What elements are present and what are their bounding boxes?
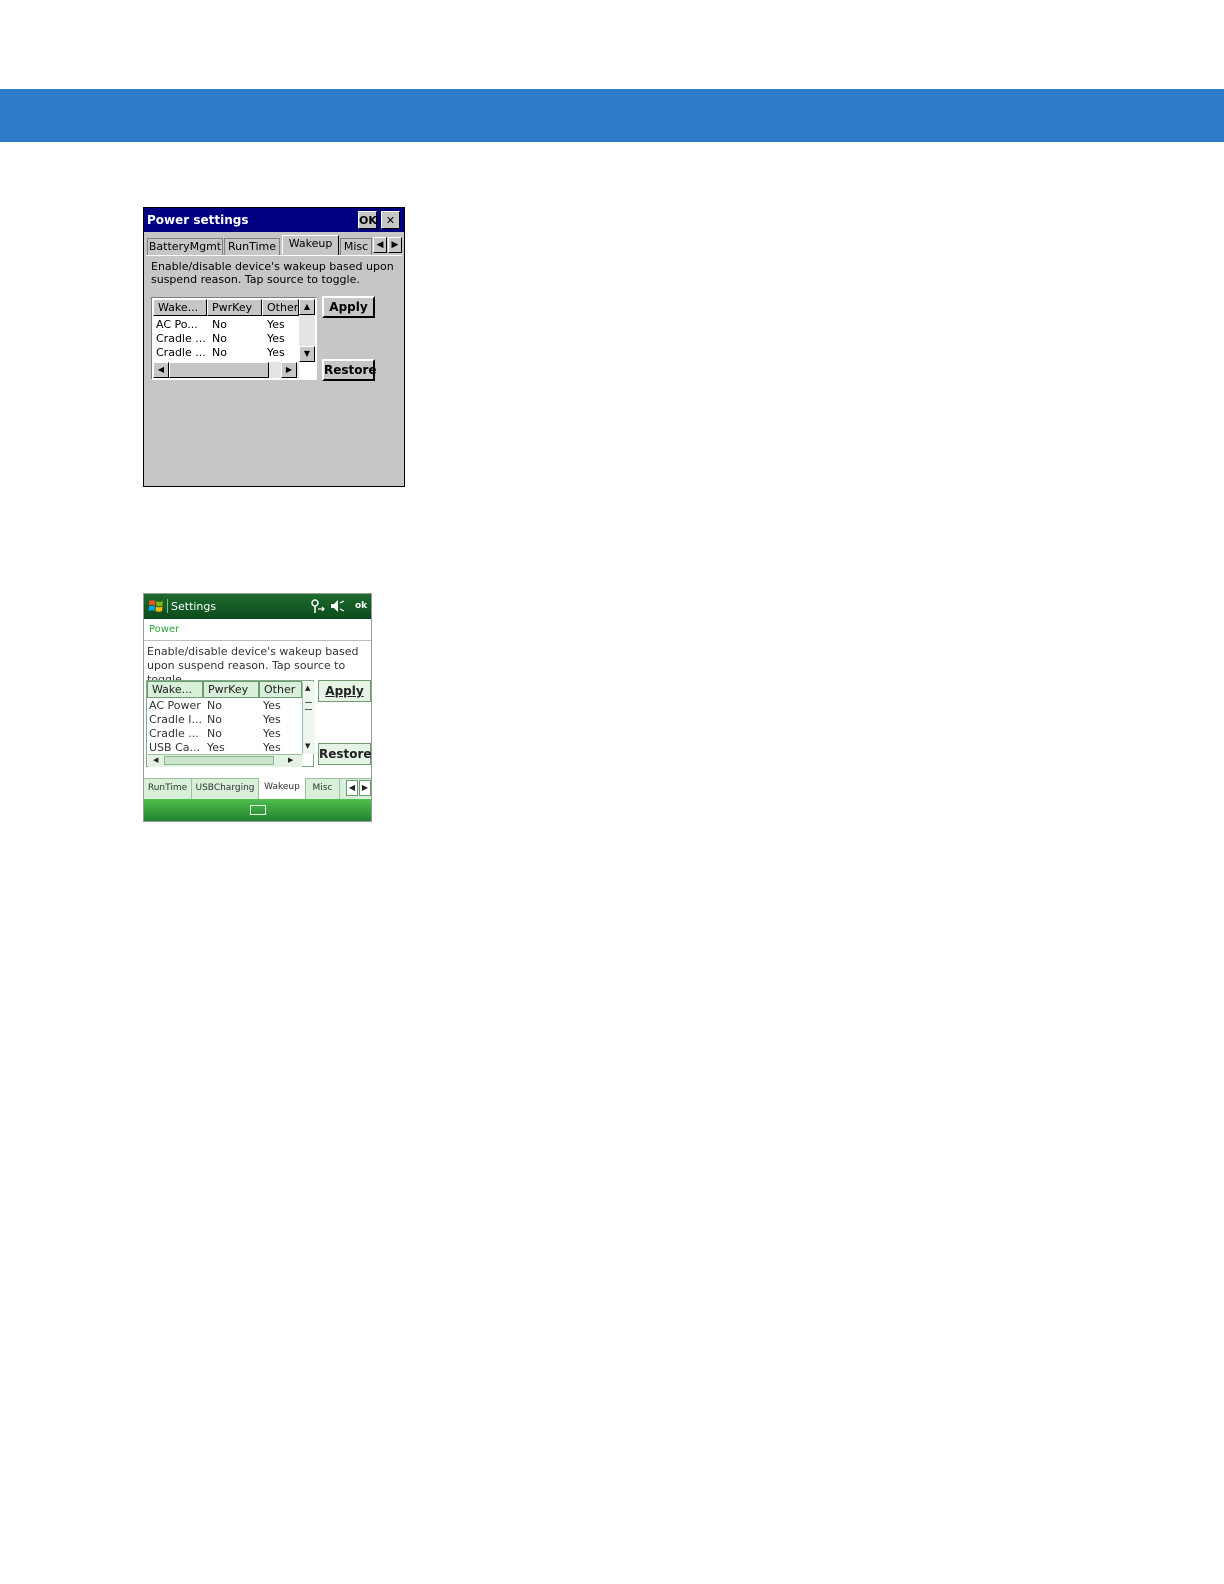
scroll-right-icon[interactable]: ▶	[288, 755, 293, 766]
restore-button[interactable]: Restore	[318, 743, 371, 765]
row-source: AC Po...	[156, 318, 198, 331]
horizontal-scrollbar[interactable]: ◀ ▶	[153, 362, 299, 378]
tab-strip: BatteryMgmt RunTime Wakeup Misc	[147, 235, 403, 256]
row-source: Cradle ...	[149, 727, 199, 740]
scroll-left-icon[interactable]: ◀	[153, 755, 158, 766]
row-other: Yes	[263, 699, 281, 712]
page-header-band	[0, 89, 1224, 142]
apply-button[interactable]: Apply	[318, 680, 371, 702]
row-pwrkey: Yes	[207, 741, 225, 754]
row-source: Cradle I...	[149, 713, 202, 726]
scroll-up-icon[interactable]: ▲	[299, 299, 315, 315]
column-header-pwrkey[interactable]: PwrKey	[203, 681, 259, 698]
row-pwrkey: No	[212, 346, 227, 359]
wakeup-list[interactable]: Wake... PwrKey Other AC Power No Yes Cra…	[146, 680, 315, 767]
column-header-other[interactable]: Other	[262, 299, 299, 316]
speaker-muted-icon[interactable]	[330, 599, 346, 613]
scroll-thumb[interactable]	[164, 756, 274, 765]
row-pwrkey: No	[207, 713, 222, 726]
tab-batterymgmt[interactable]: BatteryMgmt	[147, 238, 223, 255]
section-title: Power	[149, 624, 180, 635]
tab-scroll-right-icon[interactable]: ▶	[388, 237, 402, 253]
scroll-up-icon[interactable]: ▲	[305, 684, 310, 692]
title-bar: Settings ok	[144, 594, 371, 619]
row-source: Cradle ...	[156, 346, 206, 359]
power-settings-window-ce: Power settings OK ✕ BatteryMgmt RunTime …	[143, 207, 405, 487]
tab-misc[interactable]: Misc	[340, 238, 372, 255]
restore-button[interactable]: Restore	[322, 359, 377, 381]
column-header-other[interactable]: Other	[259, 681, 302, 698]
power-settings-window-wm: Settings ok Power Enable/disable device'…	[143, 593, 372, 822]
row-source: AC Power	[149, 699, 201, 712]
window-title: Power settings	[147, 213, 249, 227]
keyboard-icon[interactable]	[250, 805, 266, 815]
title-separator	[167, 599, 168, 613]
tab-divider	[146, 255, 402, 256]
close-icon[interactable]: ✕	[381, 211, 400, 229]
scroll-left-icon[interactable]: ◀	[153, 362, 169, 378]
row-pwrkey: No	[207, 727, 222, 740]
tab-runtime[interactable]: RunTime	[224, 238, 280, 255]
column-header-wake[interactable]: Wake...	[147, 681, 203, 698]
row-other: Yes	[267, 346, 285, 359]
scroll-down-icon[interactable]: ▼	[305, 742, 310, 750]
horizontal-scrollbar[interactable]: ◀ ▶	[148, 754, 302, 767]
windows-start-icon[interactable]	[148, 598, 164, 614]
column-header-pwrkey[interactable]: PwrKey	[207, 299, 262, 316]
apply-button[interactable]: Apply	[322, 296, 375, 318]
description-text: Enable/disable device's wakeup based upo…	[151, 260, 394, 286]
tab-usbcharging[interactable]: USBCharging	[192, 779, 259, 799]
scroll-right-icon[interactable]: ▶	[281, 362, 297, 378]
window-title: Settings	[171, 600, 217, 613]
row-pwrkey: No	[212, 332, 227, 345]
connectivity-icon[interactable]	[310, 598, 326, 614]
soft-key-bar	[144, 799, 371, 821]
row-other: Yes	[263, 741, 281, 754]
row-other: Yes	[263, 727, 281, 740]
tab-wakeup[interactable]: Wakeup	[282, 235, 339, 256]
tab-wakeup[interactable]: Wakeup	[259, 778, 306, 799]
row-other: Yes	[267, 332, 285, 345]
scroll-down-icon[interactable]: ▼	[299, 346, 315, 362]
row-other: Yes	[263, 713, 281, 726]
tab-scroll-left-icon[interactable]: ◀	[346, 780, 358, 796]
ok-button[interactable]: OK	[358, 211, 377, 229]
tab-strip: RunTime USBCharging Wakeup Misc ◀ ▶	[144, 778, 371, 799]
vertical-scrollbar[interactable]: ▲ ▼	[299, 299, 315, 362]
tab-runtime[interactable]: RunTime	[144, 779, 192, 799]
section-divider	[144, 640, 371, 641]
wakeup-list[interactable]: Wake... PwrKey Other AC Po... No Yes Cra…	[151, 297, 317, 380]
scroll-thumb[interactable]	[169, 362, 269, 378]
column-header-wake[interactable]: Wake...	[153, 299, 207, 316]
row-source: USB Ca...	[149, 741, 200, 754]
tab-scroll-left-icon[interactable]: ◀	[373, 237, 387, 253]
row-pwrkey: No	[207, 699, 222, 712]
row-other: Yes	[267, 318, 285, 331]
vertical-scrollbar[interactable]: ▲ ▼	[302, 682, 315, 754]
tab-misc[interactable]: Misc	[306, 779, 340, 799]
scroll-thumb[interactable]	[305, 702, 312, 710]
tab-scroll-right-icon[interactable]: ▶	[359, 780, 371, 796]
row-source: Cradle ...	[156, 332, 206, 345]
row-pwrkey: No	[212, 318, 227, 331]
title-bar: Power settings OK ✕	[144, 208, 404, 232]
ok-button[interactable]: ok	[355, 601, 367, 611]
